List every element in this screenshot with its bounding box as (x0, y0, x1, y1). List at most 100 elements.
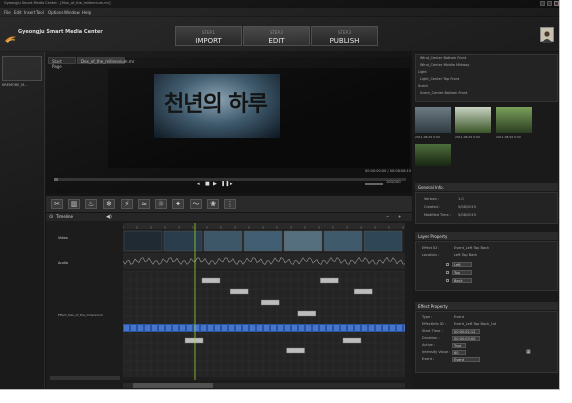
transport-controls: ◂ ■ ▶ ❚❚ ▸ (197, 181, 252, 188)
maximize-button[interactable] (547, 1, 552, 6)
menu-insert[interactable]: Insert (24, 10, 35, 15)
effect-clip (260, 299, 280, 306)
effect-toolbar: ✂ ▥ ♨ ❄ ⚡ ≈ ☼ ✦ 〜 ❀ ⋮ (46, 196, 412, 212)
scent-icon[interactable]: ❀ (207, 199, 219, 209)
step-forward-icon[interactable]: ▸ (230, 182, 233, 187)
step-publish-button[interactable]: STEP.3 PUBLISH (311, 26, 378, 46)
video-clip-thumbnail (123, 230, 163, 252)
track-scrollbar[interactable] (50, 376, 120, 380)
title-bar: Gyeongju Smart Media Center - [Mun_of_th… (0, 0, 559, 8)
media-timestamp: 2011.08.09 5:00 (496, 135, 521, 139)
effect-cell (383, 325, 388, 331)
timeline-panel: ⊙ Timeline ◀) − + Video Audio Effect_Dex… (46, 213, 412, 389)
active-label: Active : (422, 343, 436, 347)
effect-cell (264, 325, 269, 331)
timeline-scroll-thumb[interactable] (133, 383, 213, 388)
avatar[interactable] (540, 27, 554, 43)
effect-cell (243, 325, 248, 331)
timeline-scrollbar[interactable] (123, 383, 405, 388)
effects-tree-item-4[interactable]: Light_Center Top Front (420, 77, 459, 82)
step-import-button[interactable]: STEP.1 IMPORT (175, 26, 242, 46)
effect-cell (320, 325, 325, 331)
fog-icon[interactable]: ≈ (138, 199, 150, 209)
library-item-label[interactable]: KREMORE_M... (2, 83, 27, 88)
effects-tree-item-3[interactable]: Light (418, 70, 427, 75)
delete-icon[interactable]: ▥ (68, 199, 80, 209)
effect-cell (173, 325, 178, 331)
effects-tree: Wind_Center Bottom Front Wind_Center Mid… (415, 54, 558, 102)
media-thumbnail[interactable] (415, 144, 451, 166)
menu-tool[interactable]: Tool (36, 10, 44, 15)
media-thumbnail[interactable] (415, 107, 451, 133)
speaker-icon[interactable]: ◀) (106, 215, 112, 220)
effect-cell (250, 325, 255, 331)
stop-icon[interactable]: ■ (205, 182, 210, 187)
tab-project-file[interactable]: Dex_of_the_millennium.mr (77, 57, 134, 64)
tab-start-page[interactable]: Start Page (48, 57, 76, 69)
menu-window[interactable]: Window (64, 10, 80, 15)
step-import-number: STEP.1 (201, 30, 216, 35)
event-select[interactable]: Event (452, 357, 480, 362)
back-option[interactable]: Back (452, 278, 472, 283)
effect-cell (306, 325, 311, 331)
flash-icon[interactable]: ✦ (172, 199, 184, 209)
volume-slider[interactable] (365, 183, 383, 185)
wind-icon[interactable]: 〜 (190, 199, 202, 209)
duration-field[interactable]: 00:00:03:00 (452, 336, 480, 341)
effects-tree-item-6[interactable]: Scent_Center Bottom Front (420, 91, 467, 96)
lightning-icon[interactable]: ⚡ (121, 199, 133, 209)
effect-clip (354, 288, 373, 295)
video-clip-thumbnail (163, 230, 203, 252)
media-timestamp: 2011.08.09 5:00 (455, 135, 480, 139)
timeline-toggle-icon[interactable]: ⊙ (49, 215, 53, 220)
effect-cell (138, 325, 143, 331)
fire-icon[interactable]: ♨ (85, 199, 97, 209)
zoom-out-icon[interactable]: − (386, 215, 389, 219)
menu-help[interactable]: Help (82, 10, 91, 15)
effect-cell (348, 325, 353, 331)
effect-clip (320, 277, 339, 284)
menu-edit[interactable]: Edit (14, 10, 22, 15)
timeline-tracks[interactable] (123, 223, 405, 380)
effect-cell (145, 325, 150, 331)
effectinfo-id-value: Event_Left Top Back_1st (454, 322, 497, 326)
cut-icon[interactable]: ✂ (51, 199, 63, 209)
left-checkbox[interactable] (446, 263, 449, 266)
effect-cell (299, 325, 304, 331)
menu-options[interactable]: Options (48, 10, 63, 15)
back-checkbox[interactable] (446, 279, 449, 282)
media-thumbnail[interactable] (455, 107, 491, 133)
pause-icon[interactable]: ❚❚ (221, 182, 229, 187)
play-icon[interactable]: ▶ (213, 182, 217, 187)
effect-cell (187, 325, 192, 331)
layer-property-section: Effect ID : Event_Left Top Back Location… (415, 241, 558, 291)
step-edit-button[interactable]: STEP.2 EDIT (243, 26, 310, 46)
effects-tree-item-1[interactable]: Wind_Center Bottom Front (420, 56, 466, 61)
logo-icon (5, 28, 16, 43)
menu-file[interactable]: File (4, 10, 11, 15)
effects-tree-item-5[interactable]: Scent (418, 84, 428, 89)
snow-icon[interactable]: ❄ (103, 199, 115, 209)
step-import-label: IMPORT (195, 37, 222, 45)
effects-tree-item-2[interactable]: Wind_Center Middle Midway (420, 63, 469, 68)
media-thumbnail[interactable] (496, 107, 532, 133)
calendar-icon[interactable]: ▦ (526, 350, 531, 355)
window-title: Gyeongju Smart Media Center - [Mun_of_th… (4, 1, 111, 5)
top-checkbox[interactable] (446, 271, 449, 274)
close-button[interactable] (554, 1, 559, 6)
light-icon[interactable]: ☼ (155, 199, 167, 209)
effect-property-section: Type : Event EffectInfo ID : Event_Left … (415, 311, 558, 373)
intensity-field[interactable]: 60 (452, 350, 466, 355)
zoom-in-icon[interactable]: + (398, 215, 401, 219)
minimize-button[interactable] (540, 1, 545, 6)
top-option[interactable]: Top (452, 270, 472, 275)
created-value: 5/08/2019 (458, 205, 476, 209)
video-clip-thumbnail (323, 230, 363, 252)
start-time-field[interactable]: 00:00:02:12 (452, 329, 480, 334)
library-thumbnail[interactable] (2, 56, 42, 81)
effect-cell (397, 325, 402, 331)
active-select[interactable]: True (452, 343, 466, 348)
step-back-icon[interactable]: ◂ (197, 182, 200, 187)
left-option[interactable]: Left (452, 262, 472, 267)
vibration-icon[interactable]: ⋮ (224, 199, 236, 209)
